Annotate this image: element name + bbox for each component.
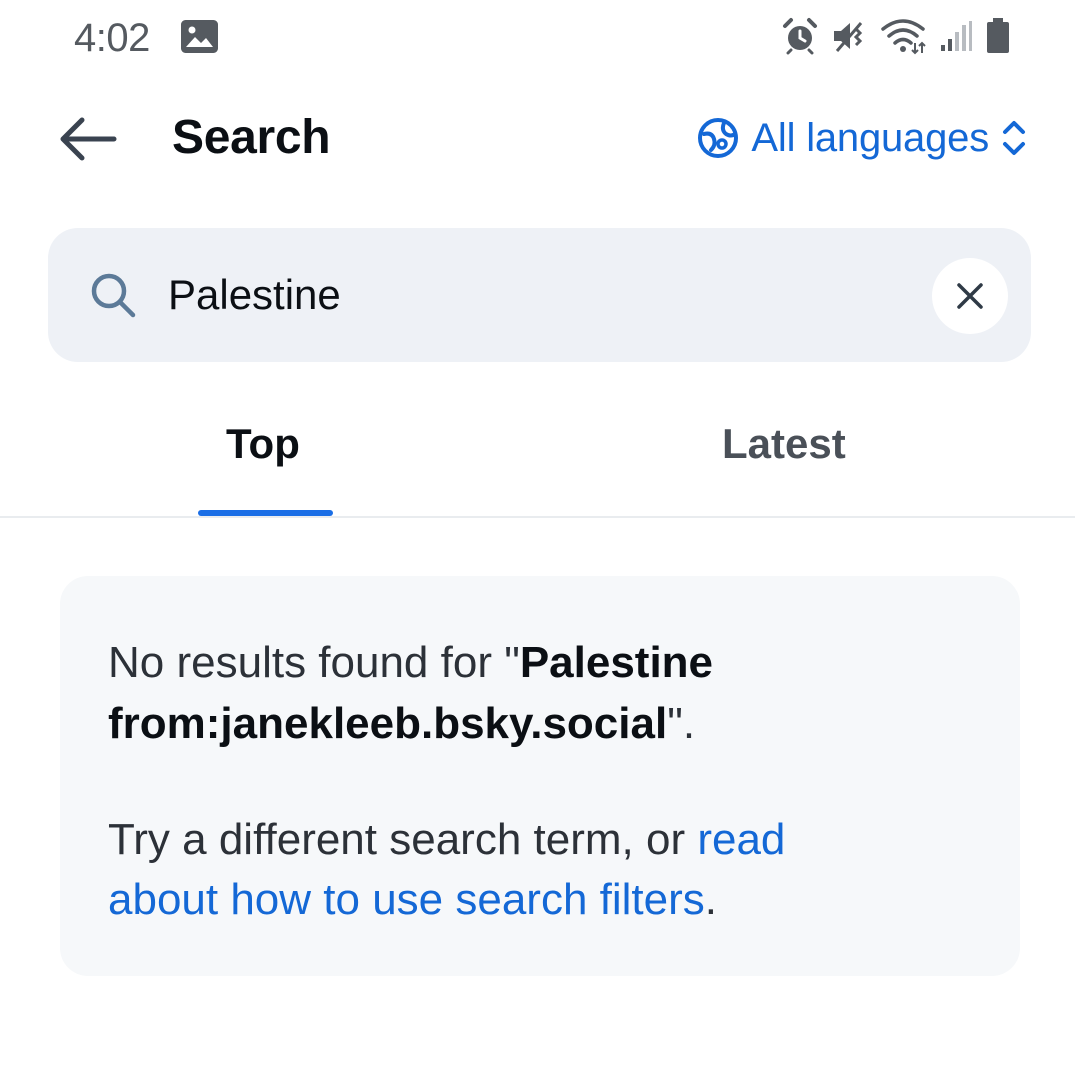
clear-search-button[interactable] [932, 258, 1008, 334]
status-time: 4:02 [74, 16, 150, 60]
tab-top[interactable]: Top [226, 420, 300, 468]
no-results-message-line2: from:janekleeb.bsky.social". [108, 693, 695, 755]
page-title: Search [172, 111, 331, 164]
search-filters-link-part2[interactable]: about how to use search filters [108, 875, 705, 924]
tab-latest[interactable]: Latest [722, 420, 846, 468]
battery-icon [987, 18, 1009, 53]
close-icon [957, 283, 983, 309]
signal-icon [941, 21, 972, 51]
query-text-line1: Palestine [519, 638, 714, 687]
no-results-suffix: ". [667, 699, 696, 748]
language-selector[interactable]: All languages [697, 114, 1027, 162]
hint-line1: Try a different search term, or read [108, 809, 785, 871]
search-filters-link-part1[interactable]: read [697, 815, 785, 864]
hint-line2: about how to use search filters. [108, 869, 717, 931]
active-tab-indicator [198, 510, 333, 516]
gallery-icon [181, 20, 218, 53]
alarm-icon [783, 18, 817, 55]
vibrate-icon [834, 22, 863, 52]
chevron-up-down-icon [1003, 121, 1025, 155]
status-bar: 4:02 [0, 0, 1075, 78]
back-arrow-icon [60, 117, 117, 161]
language-label: All languages [751, 115, 989, 160]
status-icons [781, 16, 1011, 56]
search-input[interactable] [168, 265, 908, 325]
back-button[interactable] [56, 112, 120, 166]
query-text-line2: from:janekleeb.bsky.social [108, 699, 668, 748]
wifi-icon [881, 19, 926, 55]
globe-icon [698, 118, 739, 158]
no-results-prefix: No results found for " [108, 638, 520, 687]
header: Search All languages [0, 96, 1075, 182]
hint-prefix: Try a different search term, or [108, 815, 698, 864]
search-icon [91, 273, 136, 318]
hint-suffix: . [704, 875, 718, 924]
tab-bar: Top Latest [0, 390, 1075, 518]
no-results-message-line1: No results found for "Palestine [108, 632, 713, 694]
